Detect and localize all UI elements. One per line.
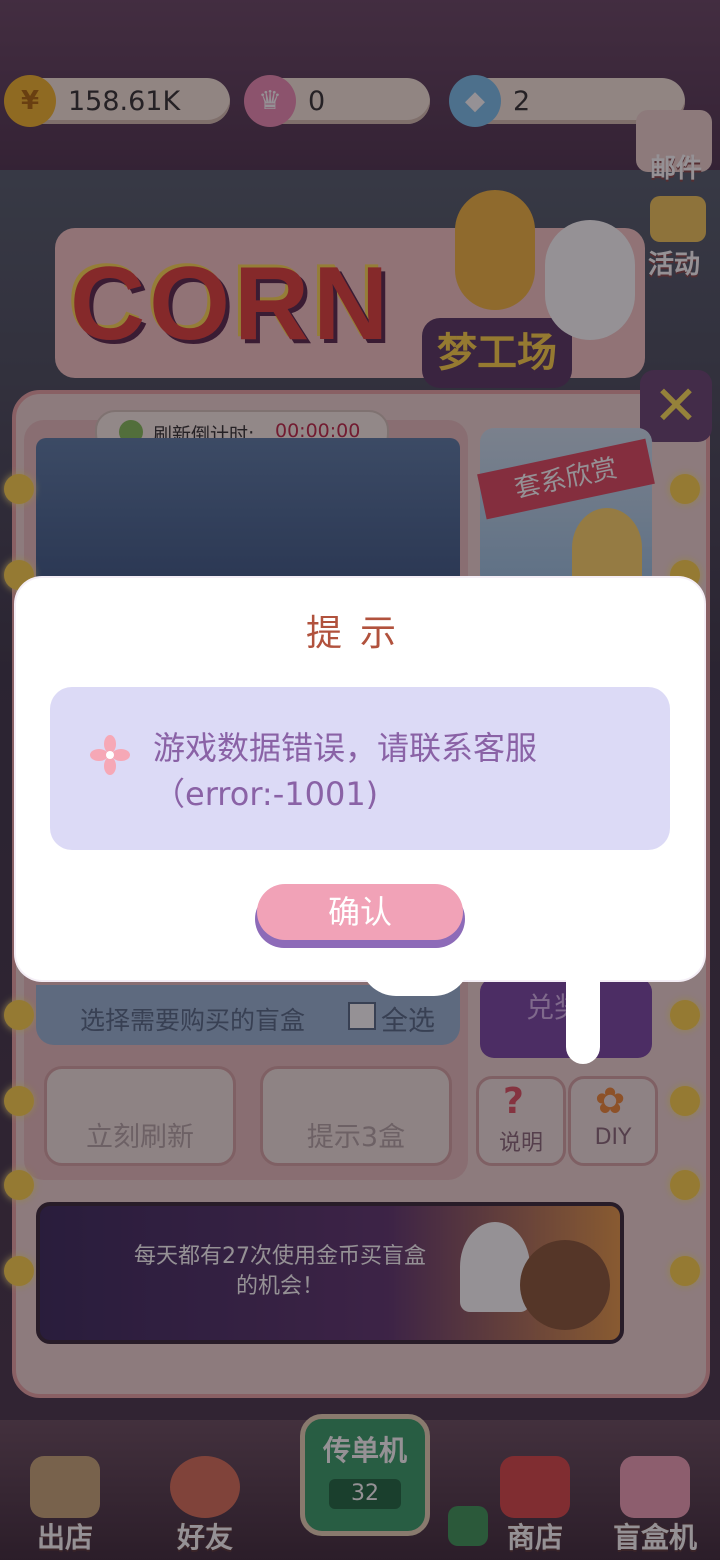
diy-button[interactable]: ✿ DIY <box>568 1076 658 1166</box>
shop-icon <box>500 1456 570 1518</box>
character-icon <box>572 508 642 588</box>
exit-store-button[interactable]: 出店 <box>10 1450 120 1554</box>
marquee-light <box>4 1256 34 1286</box>
dialog-title: 提示 <box>305 613 414 654</box>
marquee-light <box>670 1170 700 1200</box>
marquee-light <box>670 1256 700 1286</box>
marquee-light <box>4 1170 34 1200</box>
friends-button[interactable]: 好友 <box>150 1450 260 1554</box>
message-box: 游戏数据错误，请联系客服（error:-1001) <box>50 687 670 850</box>
marquee-light <box>4 1086 34 1116</box>
shop-label: 商店 <box>506 1521 563 1554</box>
select-all-checkbox[interactable] <box>348 1002 376 1030</box>
marquee-light <box>670 1000 700 1030</box>
refresh-now-button[interactable]: 立刻刷新 <box>44 1066 236 1166</box>
select-label: 选择需要购买的盲盒 <box>80 1006 306 1035</box>
coin-counter[interactable]: ¥ 158.61K <box>4 75 230 127</box>
corn-logo: CORN <box>70 246 393 362</box>
error-message: 游戏数据错误，请联系客服（error:-1001) <box>153 729 538 813</box>
bear-mascot <box>455 190 535 310</box>
series-gallery-button[interactable]: 套系欣赏 <box>477 428 655 588</box>
exit-label: 出店 <box>36 1521 93 1554</box>
map-icon <box>30 1456 100 1518</box>
coin-value: 158.61K <box>68 86 181 117</box>
crown-value: 0 <box>308 86 326 117</box>
bunny-magician <box>460 1222 530 1312</box>
help-button[interactable]: ? 说明 <box>476 1076 566 1166</box>
star-icon <box>650 196 706 242</box>
refresh-now-label: 立刻刷新 <box>86 1122 194 1153</box>
coin-icon: ¥ <box>4 75 56 127</box>
bear-magician <box>520 1240 610 1330</box>
events-label: 活动 <box>648 250 701 280</box>
hint-button[interactable]: 提示3盒 <box>260 1066 452 1166</box>
gem-icon: ◆ <box>449 75 501 127</box>
flyer-count: 32 <box>329 1479 401 1509</box>
dialog-drip <box>566 960 600 1064</box>
close-button[interactable]: ✕ <box>640 370 712 442</box>
select-all-label[interactable]: 全选 <box>381 999 435 1038</box>
crown-counter[interactable]: ♛ 0 <box>244 75 430 127</box>
marquee-light <box>670 1086 700 1116</box>
series-label: 套系欣赏 <box>477 438 655 520</box>
hint-label: 提示3盒 <box>306 1122 406 1153</box>
blind-box-showcase <box>36 438 460 588</box>
logo-subtitle: 梦工场 <box>422 318 572 388</box>
events-button[interactable]: 活动 <box>640 196 716 280</box>
flyer-machine-button[interactable]: 传单机 32 <box>300 1414 430 1536</box>
marquee-light <box>4 1000 34 1030</box>
marquee-light <box>670 474 700 504</box>
shop-button[interactable]: 商店 <box>480 1450 590 1554</box>
bunny-mascot <box>545 220 635 340</box>
flyer-label: 传单机 <box>322 1434 407 1467</box>
friends-label: 好友 <box>176 1521 233 1554</box>
marquee-light <box>4 474 34 504</box>
blindbox-machine-button[interactable]: 盲盒机 <box>600 1450 710 1554</box>
mail-label: 邮件 <box>650 154 703 184</box>
flower-icon <box>90 735 130 775</box>
confirm-button[interactable]: 确认 <box>257 884 463 940</box>
help-label: 说明 <box>498 1131 543 1156</box>
heart-icon <box>170 1456 240 1518</box>
mail-button[interactable]: 邮件 <box>636 110 712 184</box>
banner-text: 每天都有27次使用金币买盲盒的机会！ <box>134 1244 426 1299</box>
gem-value: 2 <box>513 86 531 117</box>
diy-label: DIY <box>594 1125 632 1150</box>
blindbox-label: 盲盒机 <box>612 1521 697 1554</box>
question-icon: ? <box>503 1081 524 1122</box>
promo-banner: 每天都有27次使用金币买盲盒的机会！ <box>36 1202 624 1344</box>
crown-icon: ♛ <box>244 75 296 127</box>
blindbox-machine-icon <box>620 1456 690 1518</box>
bee-icon: ✿ <box>595 1081 626 1122</box>
